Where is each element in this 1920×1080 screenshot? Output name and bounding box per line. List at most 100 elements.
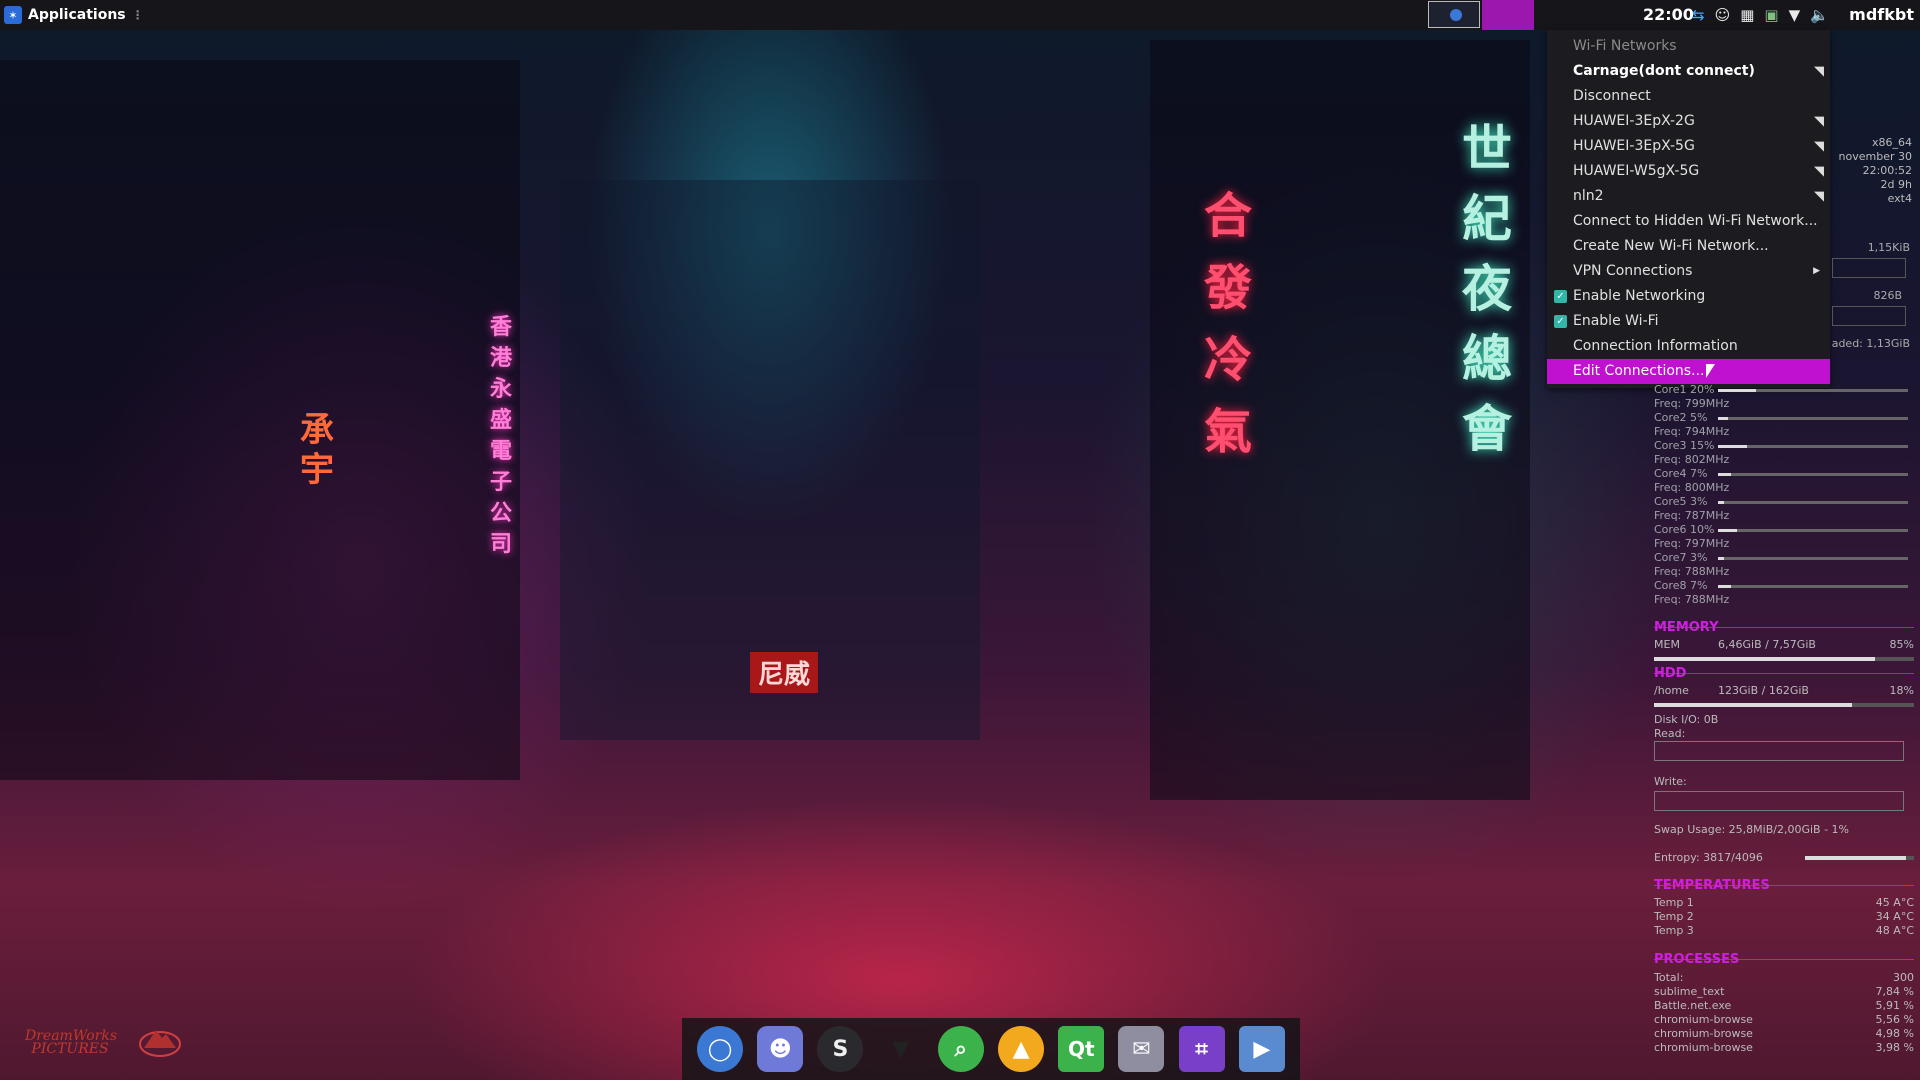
home-label: /home (1654, 684, 1689, 697)
cpu-core-label: Core5 3% (1654, 495, 1708, 508)
wifi-signal-icon: ◥ (1814, 164, 1824, 179)
checkbox-checked-icon: ✓ (1554, 290, 1567, 303)
discord-icon[interactable]: ☺ (1715, 6, 1731, 24)
mem-label: MEM (1654, 638, 1680, 651)
mem-row: MEM 6,46GiB / 7,57GiB 85% (1654, 638, 1914, 652)
proc-row: chromium-browse 3,98 % (1654, 1041, 1914, 1055)
enable-wifi-item[interactable]: ✓ Enable Wi-Fi (1547, 309, 1830, 334)
cpu-core-label: Core8 7% (1654, 579, 1708, 592)
skype-icon[interactable]: S (817, 1026, 864, 1072)
neon-sign-far-right: 世紀夜總會 (1462, 119, 1512, 458)
network-menu: Wi-Fi Networks Carnage(dont connect) ◥ D… (1547, 30, 1830, 388)
temp-row: Temp 1 45 A°C (1654, 896, 1914, 910)
processes-section-title: PROCESSES (1654, 952, 1914, 967)
entropy-bar-fill (1805, 856, 1907, 860)
wifi-icon[interactable]: ▼ (1789, 6, 1801, 24)
edit-connections-item[interactable]: Edit Connections... (1547, 359, 1830, 384)
applications-menu-button[interactable]: ✶ Applications ⋮ (0, 0, 144, 30)
temp-label: Temp 1 (1654, 896, 1694, 909)
proc-name: sublime_text (1654, 985, 1725, 998)
cpu-core-row: Core7 3% (1654, 551, 1914, 565)
proc-row: sublime_text 7,84 % (1654, 985, 1914, 999)
network-item[interactable]: HUAWEI-3EpX-5G ◥ (1547, 134, 1830, 159)
net-up: 1,15KiB (1867, 241, 1910, 254)
cpu-core-bar (1718, 529, 1908, 532)
cpu-core-row: Core1 20% (1654, 383, 1914, 397)
user-menu[interactable]: mdfkbt (1849, 0, 1914, 30)
cpu-core-freq: Freq: 794MHz (1654, 425, 1730, 438)
search-icon[interactable]: ⌕ (937, 1026, 984, 1072)
cpu-core-freq: Freq: 788MHz (1654, 565, 1730, 578)
crop-icon[interactable]: ⌗ (1178, 1026, 1225, 1072)
wifi-signal-icon: ◥ (1814, 139, 1824, 154)
workspace-2[interactable] (1482, 0, 1534, 30)
cpu-core-bar (1718, 389, 1908, 392)
filesystem: ext4 (1887, 192, 1912, 205)
proc-name: chromium-browse (1654, 1041, 1753, 1054)
disconnect-item[interactable]: Disconnect (1547, 84, 1830, 109)
cpu-core-freq: Freq: 799MHz (1654, 397, 1730, 410)
teamviewer-icon[interactable]: ⇆ (1692, 6, 1705, 24)
temp-label: Temp 2 (1654, 910, 1694, 923)
window-icon[interactable]: ▦ (1740, 6, 1754, 24)
temp-value: 34 A°C (1875, 910, 1914, 923)
cpu-core-row: Core3 15% (1654, 439, 1914, 453)
clock[interactable]: 22:00 (1643, 0, 1694, 30)
mem-value: 6,46GiB / 7,57GiB (1718, 638, 1816, 651)
cpu-core-bar-fill (1718, 585, 1732, 588)
connect-hidden-network-item[interactable]: Connect to Hidden Wi-Fi Network... (1547, 209, 1830, 234)
qt-icon[interactable]: Qt (1058, 1026, 1105, 1072)
network-item[interactable]: nln2 ◥ (1547, 184, 1830, 209)
cpu-core-bar-fill (1718, 389, 1756, 392)
entropy-bar (1805, 856, 1914, 860)
vpn-label: VPN Connections (1573, 263, 1693, 279)
cpu-core-row: Core5 3% (1654, 495, 1914, 509)
cpu-core-bar (1718, 585, 1908, 588)
workspace-1[interactable] (1428, 1, 1480, 28)
neon-sign-store: 承宇 (300, 410, 334, 490)
proc-row: Battle.net.exe 5,91 % (1654, 999, 1914, 1013)
write-label: Write: (1654, 775, 1687, 788)
proc-value: 3,98 % (1875, 1041, 1914, 1054)
cpu-core-row: Core2 5% (1654, 411, 1914, 425)
proc-row: chromium-browse 5,56 % (1654, 1013, 1914, 1027)
network-item-active[interactable]: Carnage(dont connect) ◥ (1547, 59, 1830, 84)
network-item[interactable]: HUAWEI-W5gX-5G ◥ (1547, 159, 1830, 184)
cpu-core-label: Core4 7% (1654, 467, 1708, 480)
wifi-signal-icon: ◥ (1814, 64, 1824, 79)
cpu-core-freq: Freq: 797MHz (1654, 537, 1730, 550)
home-pct: 18% (1889, 684, 1914, 697)
connection-information-item[interactable]: Connection Information (1547, 334, 1830, 359)
vlc-icon[interactable]: ▲ (998, 1026, 1045, 1072)
network-name: Carnage(dont connect) (1573, 63, 1755, 79)
enable-networking-item[interactable]: ✓ Enable Networking (1547, 284, 1830, 309)
network-name: HUAWEI-3EpX-2G (1573, 113, 1695, 129)
memory-section-title: MEMORY (1654, 620, 1914, 635)
vpn-connections-item[interactable]: VPN Connections ▶ (1547, 259, 1830, 284)
mem-pct: 85% (1889, 638, 1914, 651)
network-name: nln2 (1573, 188, 1604, 204)
conky-sysinfo: x86_64 november 30 22:00:52 2d 9h ext4 (1830, 136, 1912, 206)
memory-title: MEMORY (1654, 620, 1719, 635)
inkscape-icon[interactable]: ▼ (878, 1026, 924, 1072)
cpu-core-bar-fill (1718, 501, 1724, 504)
cpu-core-freq: Freq: 788MHz (1654, 593, 1730, 606)
temp-label: Temp 3 (1654, 924, 1694, 937)
network-item[interactable]: HUAWEI-3EpX-2G ◥ (1547, 109, 1830, 134)
volume-icon[interactable]: 🔈 (1810, 6, 1829, 24)
disk-io: Disk I/O: 0B (1654, 713, 1719, 726)
screencast-icon[interactable]: ▶ (1238, 1026, 1285, 1072)
discord-icon[interactable]: ☻ (757, 1026, 804, 1072)
image-viewer-icon[interactable]: ▣ (1764, 6, 1778, 24)
wifi-signal-icon: ◥ (1814, 189, 1824, 204)
temp-row: Temp 3 48 A°C (1654, 924, 1914, 938)
cpu-core-label: Core6 10% (1654, 523, 1715, 536)
create-new-network-item[interactable]: Create New Wi-Fi Network... (1547, 234, 1830, 259)
pidgin-icon[interactable]: ✉ (1118, 1026, 1165, 1072)
home-row: /home 123GiB / 162GiB 18% (1654, 684, 1914, 698)
temp-value: 45 A°C (1875, 896, 1914, 909)
enable-wifi-label: Enable Wi-Fi (1573, 313, 1659, 329)
chromium-icon[interactable]: ◯ (697, 1026, 744, 1072)
uptime: 2d 9h (1880, 178, 1912, 191)
proc-name: chromium-browse (1654, 1027, 1753, 1040)
